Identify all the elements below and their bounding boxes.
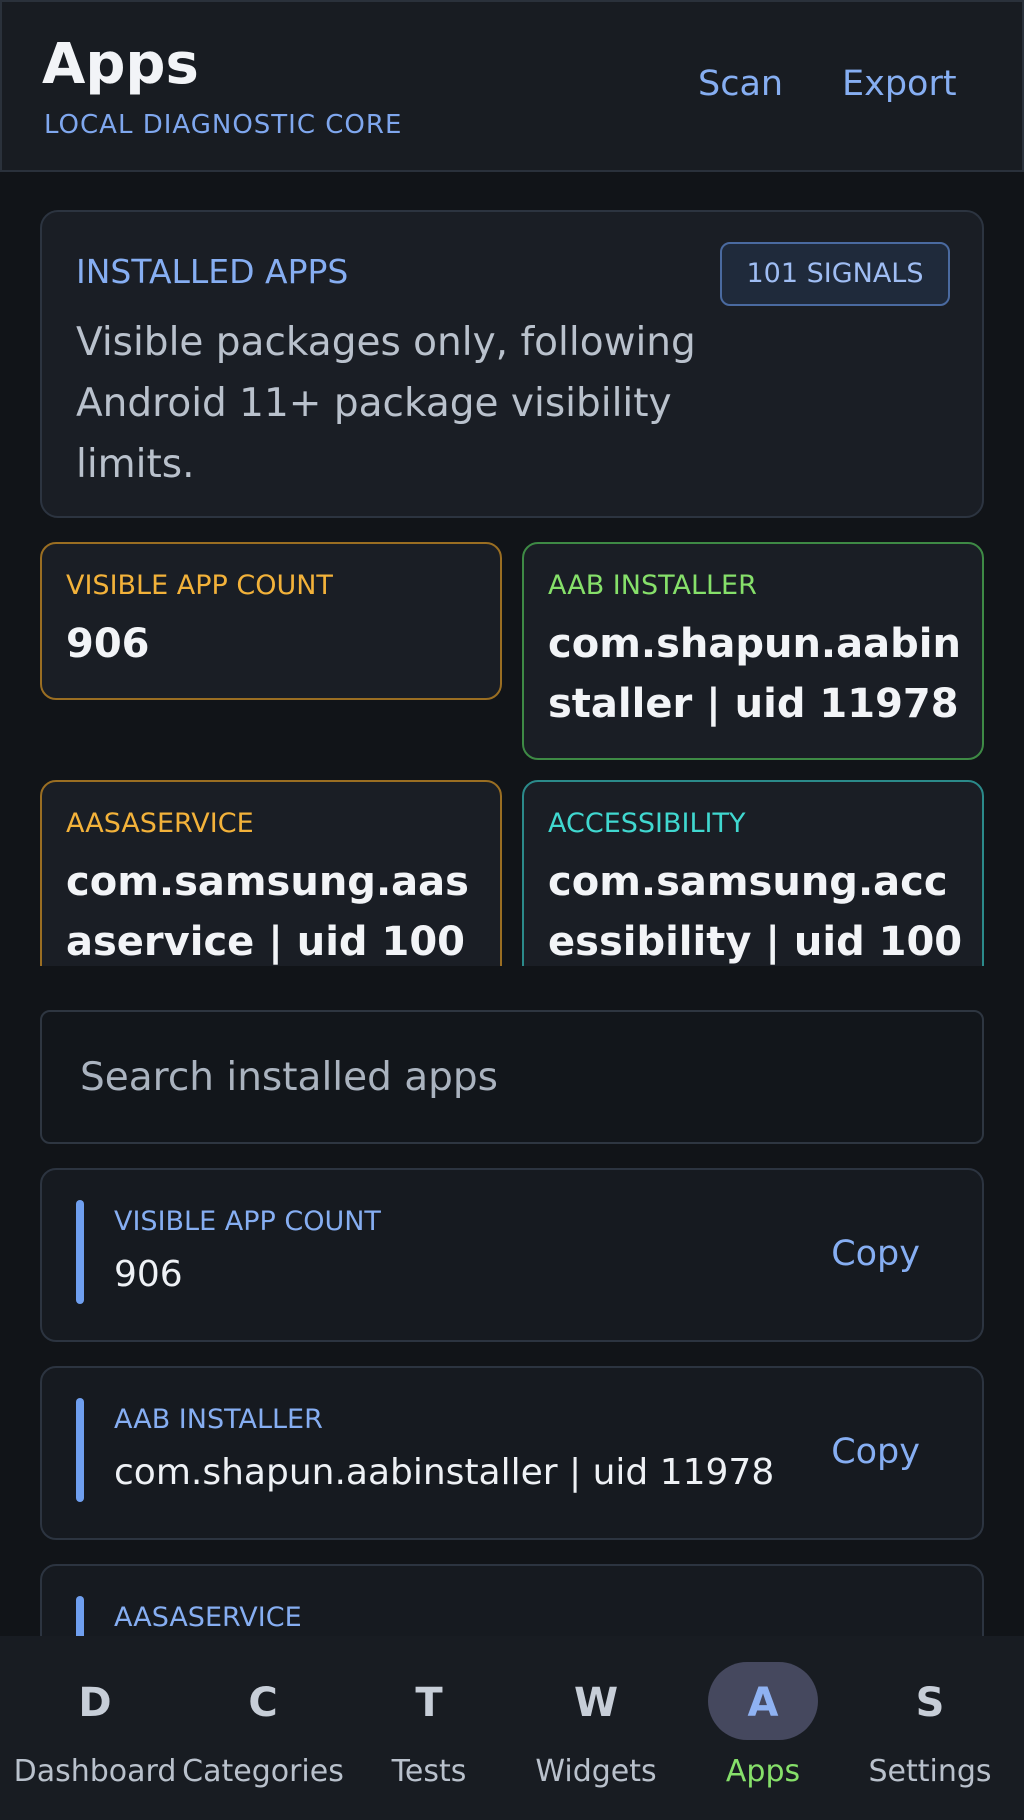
- nav-item-apps[interactable]: A Apps: [679, 1636, 847, 1820]
- stat-card-aab-installer: AAB INSTALLER com.shapun.aabinstaller | …: [522, 542, 984, 760]
- nav-item-categories[interactable]: C Categories: [179, 1636, 347, 1820]
- installed-apps-card: INSTALLED APPS 101 SIGNALS Visible packa…: [40, 210, 984, 518]
- apps-icon: A: [747, 1680, 779, 1726]
- nav-item-widgets[interactable]: W Widgets: [512, 1636, 680, 1820]
- stat-label: AAB INSTALLER: [548, 570, 757, 601]
- accent-bar: [76, 1398, 84, 1502]
- stat-label: ACCESSIBILITY: [548, 808, 746, 839]
- accent-bar: [76, 1596, 84, 1636]
- stat-value: com.samsung.accessibility | uid 1000: [548, 859, 963, 965]
- scan-button[interactable]: Scan: [698, 64, 783, 104]
- list-item: AAB INSTALLER com.shapun.aabinstaller | …: [40, 1366, 984, 1540]
- settings-icon: S: [915, 1680, 945, 1726]
- export-button[interactable]: Export: [842, 64, 957, 104]
- bottom-navigation: D Dashboard C Categories T Tests W Widge…: [0, 1636, 1024, 1820]
- stat-card-accessibility: ACCESSIBILITY com.samsung.accessibility …: [522, 780, 984, 966]
- stat-value: 906: [66, 621, 150, 667]
- section-description: Visible packages only, following Android…: [76, 320, 696, 487]
- list-item-value: 906: [114, 1254, 183, 1295]
- app-signal-list: VISIBLE APP COUNT 906 Copy AAB INSTALLER…: [0, 1168, 1024, 1636]
- search-input[interactable]: [42, 1012, 982, 1142]
- categories-icon: C: [248, 1680, 278, 1726]
- search-box: [40, 1010, 984, 1144]
- nav-label: Dashboard: [13, 1754, 177, 1789]
- apps-screen: Apps LOCAL DIAGNOSTIC CORE Scan Export I…: [0, 0, 1024, 1820]
- nav-label: Apps: [725, 1754, 801, 1789]
- stat-value: com.samsung.aasaservice | uid 1000: [66, 859, 469, 965]
- nav-label: Categories: [182, 1754, 344, 1789]
- page-subtitle: LOCAL DIAGNOSTIC CORE: [44, 110, 403, 140]
- nav-item-settings[interactable]: S Settings: [846, 1636, 1014, 1820]
- stat-grid: VISIBLE APP COUNT 906 AAB INSTALLER com.…: [0, 540, 1024, 966]
- section-title: INSTALLED APPS: [76, 252, 349, 291]
- list-item-label: AASASERVICE: [114, 1602, 302, 1633]
- list-item: VISIBLE APP COUNT 906 Copy: [40, 1168, 984, 1342]
- tests-icon: T: [415, 1680, 443, 1726]
- accent-bar: [76, 1200, 84, 1304]
- stat-label: VISIBLE APP COUNT: [66, 570, 333, 601]
- page-title: Apps: [42, 32, 199, 97]
- nav-label: Widgets: [535, 1754, 657, 1789]
- list-item-label: VISIBLE APP COUNT: [114, 1206, 381, 1237]
- nav-item-tests[interactable]: T Tests: [345, 1636, 513, 1820]
- top-app-bar: Apps LOCAL DIAGNOSTIC CORE Scan Export: [0, 0, 1024, 172]
- stat-card-aasaservice: AASASERVICE com.samsung.aasaservice | ui…: [40, 780, 502, 966]
- stat-label: AASASERVICE: [66, 808, 254, 839]
- list-item: AASASERVICE: [40, 1564, 984, 1636]
- copy-button[interactable]: Copy: [831, 1432, 920, 1472]
- nav-label: Settings: [868, 1754, 992, 1789]
- stat-card-visible-app-count: VISIBLE APP COUNT 906: [40, 542, 502, 700]
- list-item-value: com.shapun.aabinstaller | uid 11978: [114, 1452, 775, 1493]
- dashboard-icon: D: [78, 1680, 112, 1726]
- list-item-label: AAB INSTALLER: [114, 1404, 323, 1435]
- copy-button[interactable]: Copy: [831, 1234, 920, 1274]
- stat-value: com.shapun.aabinstaller | uid 11978: [548, 621, 961, 727]
- widgets-icon: W: [573, 1680, 619, 1726]
- nav-item-dashboard[interactable]: D Dashboard: [11, 1636, 179, 1820]
- signals-badge: 101 SIGNALS: [720, 242, 950, 306]
- nav-label: Tests: [391, 1754, 467, 1789]
